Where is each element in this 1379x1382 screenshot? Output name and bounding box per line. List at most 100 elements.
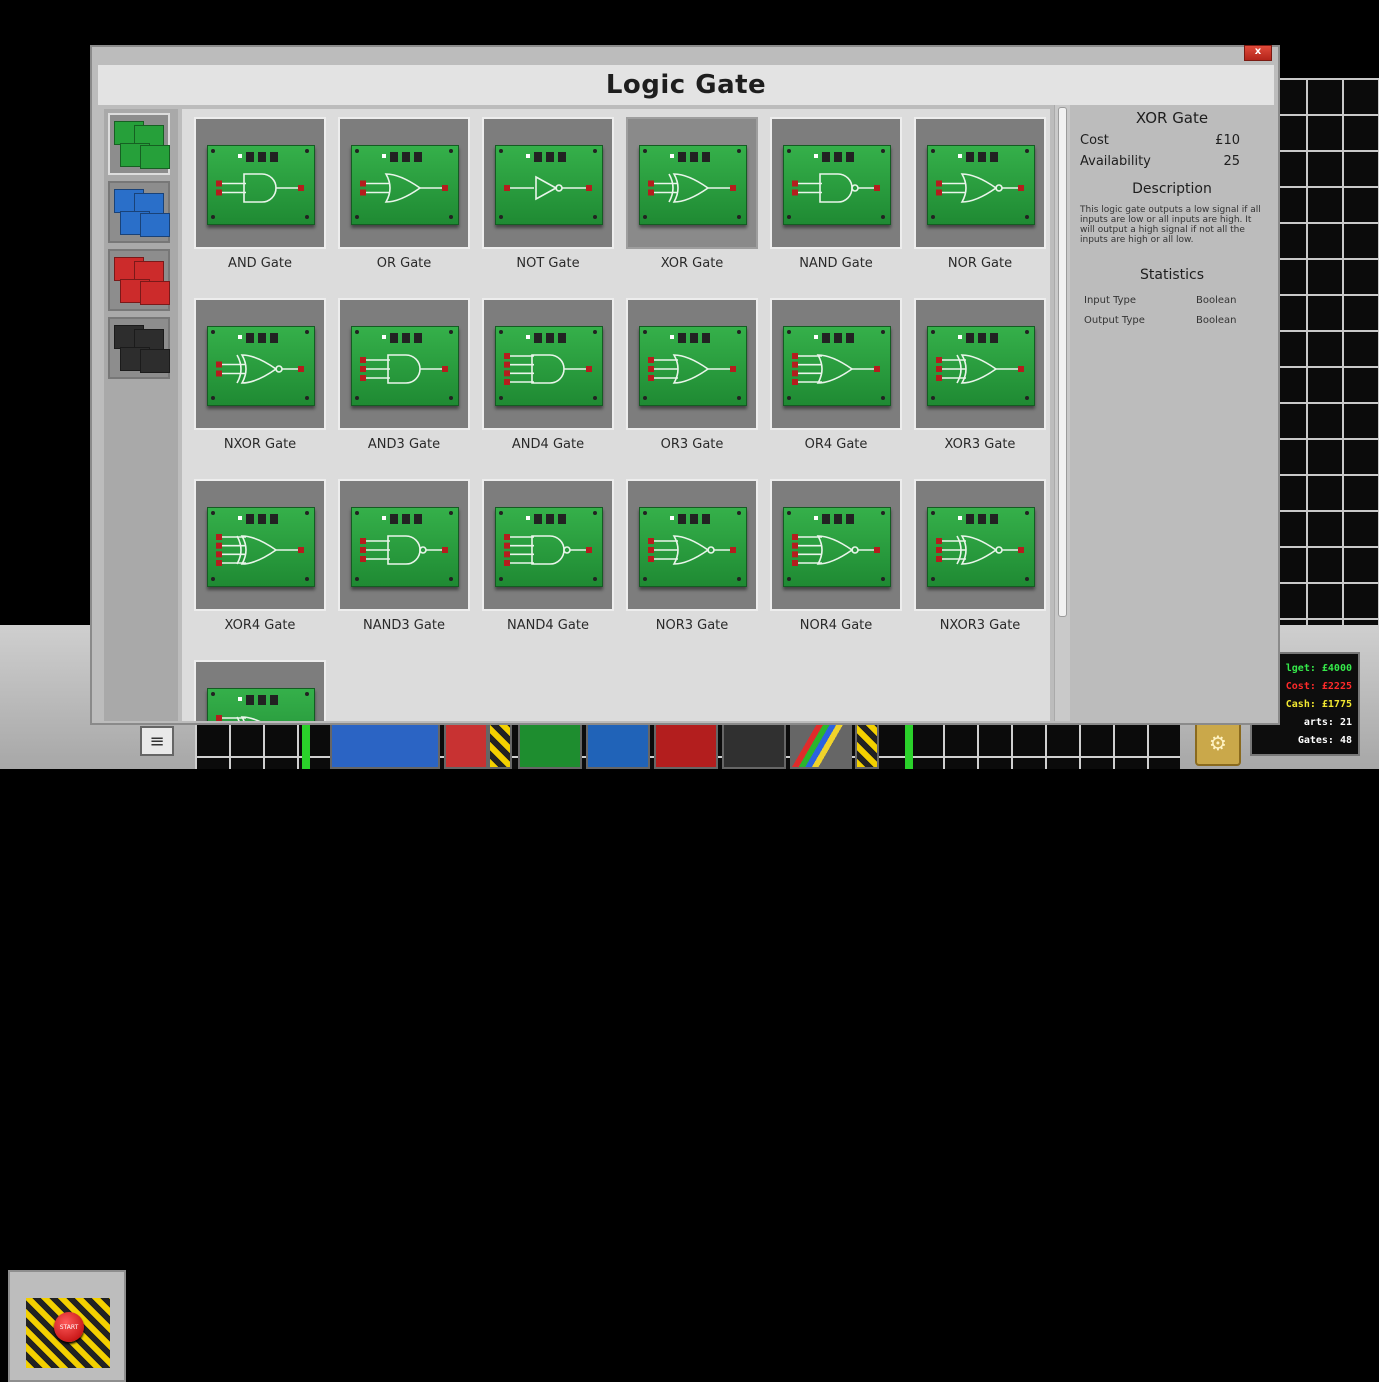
circuit-board-icon — [783, 145, 891, 225]
gate-thumbnail[interactable] — [626, 479, 758, 611]
gate-thumbnail[interactable] — [338, 117, 470, 249]
gate-card[interactable]: NOT Gate — [482, 109, 614, 281]
nor-gate-symbol-icon — [787, 511, 885, 581]
detail-title: XOR Gate — [1135, 109, 1209, 127]
gate-label: OR4 Gate — [804, 437, 868, 452]
category-tab-red[interactable] — [108, 249, 170, 311]
gate-card[interactable]: AND Gate — [194, 109, 326, 281]
nand-gate-symbol-icon — [787, 149, 885, 219]
gate-label: NAND Gate — [799, 256, 873, 271]
cost-row: Cost £10 — [1080, 133, 1240, 148]
gate-card[interactable]: OR Gate — [338, 109, 470, 281]
stat-label: Output Type — [1084, 315, 1145, 326]
hazard-stripe — [855, 722, 879, 769]
category-tab-black[interactable] — [108, 317, 170, 379]
gate-thumbnail[interactable] — [626, 117, 758, 249]
gate-label: AND3 Gate — [367, 437, 441, 452]
mini-board-icon — [140, 281, 170, 305]
gate-card[interactable]: AND4 Gate — [482, 290, 614, 462]
gate-thumbnail[interactable] — [626, 298, 758, 430]
placed-red-board[interactable] — [444, 722, 488, 769]
gate-thumbnail[interactable] — [194, 117, 326, 249]
or-gate-symbol-icon — [643, 330, 741, 400]
gate-thumbnail[interactable] — [482, 298, 614, 430]
gate-thumbnail[interactable] — [194, 660, 326, 721]
gate-card[interactable]: NOR Gate — [914, 109, 1046, 281]
gate-card[interactable]: NXOR Gate — [194, 290, 326, 462]
gate-card[interactable]: AND3 Gate — [338, 290, 470, 462]
gates-readout: Gates: 48 — [1297, 735, 1352, 746]
gate-thumbnail[interactable] — [770, 117, 902, 249]
gate-thumbnail[interactable] — [482, 479, 614, 611]
gate-card[interactable]: NAND3 Gate — [338, 471, 470, 643]
nand-gate-symbol-icon — [355, 511, 453, 581]
tray-black-category[interactable] — [722, 722, 786, 769]
circuit-board-icon — [207, 145, 315, 225]
gate-grid: AND Gate OR Gate NOT Gate XOR Gate NAND Gate… — [182, 109, 1050, 721]
start-button[interactable]: START — [54, 1312, 84, 1342]
gate-thumbnail[interactable] — [770, 298, 902, 430]
close-icon[interactable]: x — [1244, 45, 1272, 61]
or-gate-symbol-icon — [787, 330, 885, 400]
gate-thumbnail[interactable] — [338, 479, 470, 611]
tray-blue-category[interactable] — [586, 722, 650, 769]
gate-card[interactable]: NOR3 Gate — [626, 471, 758, 643]
tray-red-category[interactable] — [654, 722, 718, 769]
gate-thumbnail[interactable] — [914, 479, 1046, 611]
category-tab-blue[interactable] — [108, 181, 170, 243]
circuit-grid-background — [1270, 78, 1379, 638]
gate-card[interactable]: XOR4 Gate — [194, 471, 326, 643]
gate-card[interactable]: NAND Gate — [770, 109, 902, 281]
gate-thumbnail[interactable] — [194, 298, 326, 430]
circuit-board-icon — [783, 507, 891, 587]
gate-label: NOT Gate — [516, 256, 580, 271]
gate-card[interactable]: NAND4 Gate — [482, 471, 614, 643]
placed-blue-board[interactable] — [330, 722, 440, 769]
scrollbar[interactable] — [1054, 105, 1070, 721]
hamburger-icon[interactable]: ≡ — [140, 726, 174, 756]
gate-card[interactable]: OR3 Gate — [626, 290, 758, 462]
nxor-gate-symbol-icon — [211, 330, 309, 400]
availability-value: 25 — [1223, 154, 1240, 169]
circuit-board-icon — [207, 326, 315, 406]
gate-card[interactable]: NXOR3 Gate — [914, 471, 1046, 643]
gate-thumbnail[interactable] — [914, 117, 1046, 249]
gate-card[interactable]: XOR Gate — [626, 109, 758, 281]
and-gate-symbol-icon — [355, 330, 453, 400]
details-panel: XOR Gate Cost £10 Availability 25 Descri… — [1072, 105, 1272, 721]
gate-thumbnail[interactable] — [770, 479, 902, 611]
circuit-board-icon — [351, 507, 459, 587]
tray-wires-category[interactable] — [790, 722, 852, 769]
mini-board-icon — [140, 145, 170, 169]
circuit-board-icon — [639, 326, 747, 406]
mini-board-icon — [140, 349, 170, 373]
gate-thumbnail[interactable] — [914, 298, 1046, 430]
gate-thumbnail[interactable] — [338, 298, 470, 430]
tray-logic-gate-category[interactable] — [518, 722, 582, 769]
xor-gate-symbol-icon — [931, 330, 1029, 400]
gate-label: NAND3 Gate — [363, 618, 445, 633]
gate-thumbnail[interactable] — [482, 117, 614, 249]
gate-label: OR3 Gate — [660, 437, 724, 452]
gate-card[interactable] — [194, 652, 326, 721]
category-tabs — [104, 109, 178, 721]
statistics-heading: Statistics — [1140, 267, 1204, 283]
gate-card[interactable]: XOR3 Gate — [914, 290, 1046, 462]
stat-value: Boolean — [1196, 295, 1237, 306]
gate-thumbnail[interactable] — [194, 479, 326, 611]
circuit-board-icon — [927, 326, 1035, 406]
circuit-board-icon — [639, 507, 747, 587]
gate-label: NOR Gate — [947, 256, 1013, 271]
coins-icon[interactable]: ⚙ — [1195, 720, 1241, 766]
gate-card[interactable]: OR4 Gate — [770, 290, 902, 462]
circuit-board-icon — [495, 507, 603, 587]
scrollbar-thumb[interactable] — [1058, 107, 1067, 617]
gate-card[interactable]: NOR4 Gate — [770, 471, 902, 643]
stat-label: Input Type — [1084, 295, 1137, 306]
gate-label: OR Gate — [376, 256, 432, 271]
category-tab-logic-gates[interactable] — [108, 113, 170, 175]
gate-label: XOR3 Gate — [944, 437, 1016, 452]
xor-gate-symbol-icon — [643, 149, 741, 219]
availability-label: Availability — [1080, 154, 1151, 169]
start-panel: START — [8, 1270, 126, 1382]
